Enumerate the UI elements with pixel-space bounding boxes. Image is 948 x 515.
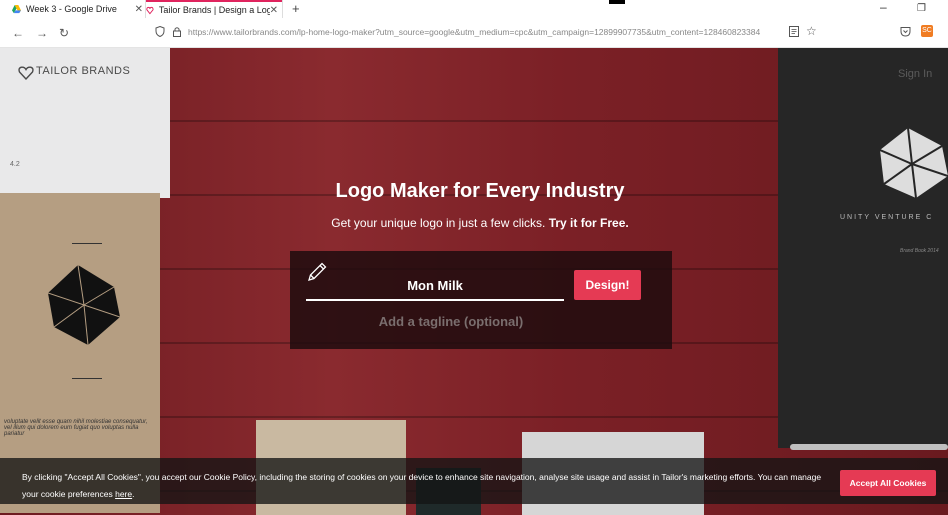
- tab-tailor-brands[interactable]: Tailor Brands | Design a Logo & ✕: [146, 0, 282, 18]
- forward-icon[interactable]: →: [36, 26, 48, 40]
- back-icon[interactable]: ←: [12, 26, 24, 40]
- cookie-text: By clicking "Accept All Cookies", you ac…: [22, 469, 832, 503]
- decor-pen: [790, 444, 948, 450]
- tab-title: Week 3 - Google Drive: [26, 4, 117, 14]
- close-tab-icon[interactable]: ✕: [135, 4, 143, 15]
- reader-view-icon[interactable]: [789, 26, 799, 37]
- address-bar[interactable]: https://www.tailorbrands.com/lp-home-log…: [188, 27, 788, 37]
- logo-form: Design!: [290, 251, 672, 349]
- tailor-brands-favicon-icon: [146, 6, 154, 14]
- cookie-tail: .: [132, 489, 135, 499]
- tab-bar-marker: [609, 0, 625, 4]
- tab-title: Tailor Brands | Design a Logo &: [158, 5, 270, 15]
- decor-rule: [72, 243, 102, 244]
- tagline-input[interactable]: [336, 311, 566, 331]
- extension-icon[interactable]: SC: [921, 25, 933, 37]
- reload-icon[interactable]: ↻: [59, 26, 69, 40]
- hero-subtitle: Get your unique logo in just a few click…: [0, 216, 948, 230]
- polyhedron-logo-icon: [48, 265, 120, 345]
- browser-toolbar: ← → ↻ https://www.tailorbrands.com/lp-ho…: [0, 18, 948, 48]
- lock-icon[interactable]: [172, 26, 182, 37]
- pocket-icon[interactable]: [900, 26, 911, 37]
- tab-google-drive[interactable]: Week 3 - Google Drive ✕: [12, 0, 147, 18]
- decor-notebook-white: TAILOR BRANDS 4.2: [0, 48, 170, 198]
- cookie-preferences-link[interactable]: here: [115, 489, 132, 499]
- hero-subtitle-cta: Try it for Free.: [548, 216, 629, 230]
- business-name-input[interactable]: [306, 271, 564, 301]
- decor-rule: [72, 378, 102, 379]
- tracking-shield-icon[interactable]: [155, 26, 165, 37]
- bookmark-star-icon[interactable]: ☆: [806, 24, 817, 38]
- url-path: /lp-home-logo-maker?utm_source=google&ut…: [296, 27, 761, 37]
- minimize-window-icon[interactable]: –: [880, 0, 887, 14]
- page-content: TAILOR BRANDS 4.2 voluptate velit esse q…: [0, 48, 948, 515]
- hero-title: Logo Maker for Every Industry: [335, 180, 625, 202]
- cookie-message: By clicking "Accept All Cookies", you ac…: [22, 472, 822, 499]
- browser-tab-bar: Week 3 - Google Drive ✕ Tailor Brands | …: [0, 0, 948, 18]
- decor-latin-text: voluptate velit esse quam nihil molestia…: [4, 419, 148, 437]
- close-tab-icon[interactable]: ✕: [270, 5, 278, 16]
- tailor-brands-logo[interactable]: TAILOR BRANDS: [36, 66, 130, 77]
- decor-black-book: Sign In UNITY VENTURE C Brand Book 2014: [778, 48, 948, 448]
- google-drive-icon: [12, 4, 21, 13]
- cookie-banner: By clicking "Accept All Cookies", you ac…: [0, 458, 948, 504]
- new-tab-icon[interactable]: +: [292, 1, 300, 16]
- accept-all-cookies-button[interactable]: Accept All Cookies: [840, 470, 936, 496]
- sign-in-link[interactable]: Sign In: [898, 68, 932, 80]
- tailor-brands-heart-icon: [18, 66, 34, 80]
- decor-brand-book-text: Brand Book 2014: [900, 248, 939, 254]
- hero-subtitle-text: Get your unique logo in just a few click…: [331, 216, 546, 230]
- decor-page-number: 4.2: [10, 161, 20, 168]
- design-button[interactable]: Design!: [574, 270, 641, 300]
- restore-window-icon[interactable]: ❐: [917, 3, 926, 14]
- url-scheme-domain: https://www.tailorbrands.com: [188, 27, 297, 37]
